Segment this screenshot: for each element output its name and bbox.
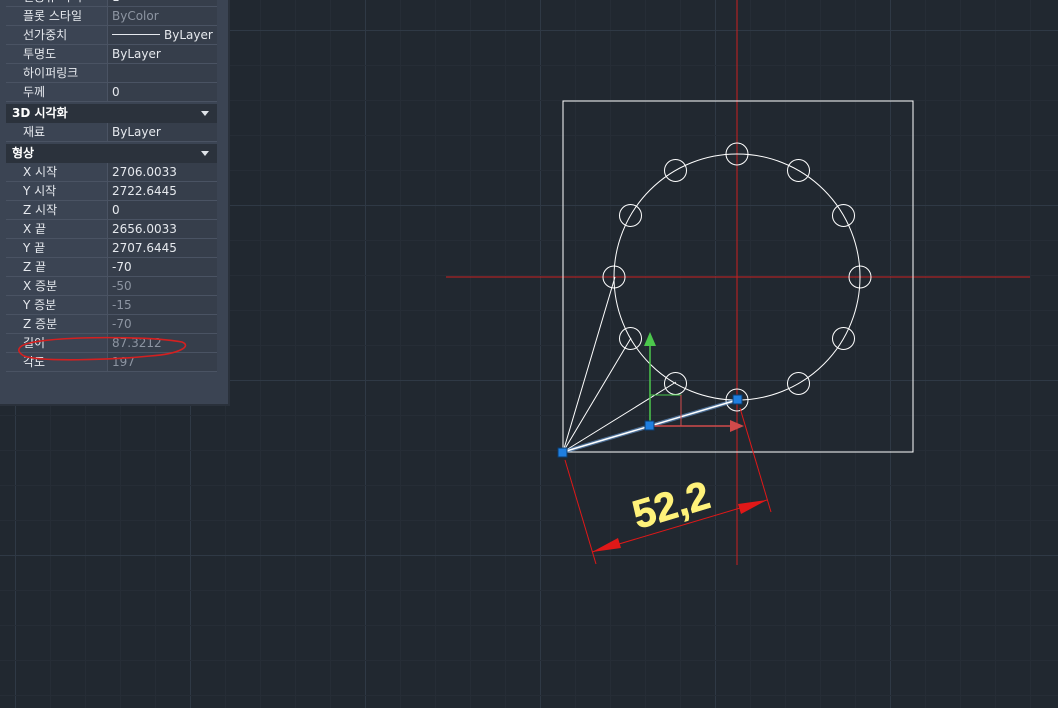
- property-value[interactable]: [108, 64, 217, 82]
- property-label: X 시작: [6, 163, 108, 181]
- property-row[interactable]: Y 증분 -15: [6, 296, 217, 315]
- property-label: 길이: [6, 334, 108, 352]
- lineweight-sample-icon: [112, 34, 160, 35]
- property-value[interactable]: 0: [108, 201, 217, 219]
- ucs-gizmo[interactable]: [644, 332, 744, 432]
- dimension-text[interactable]: 52,2: [627, 473, 715, 538]
- property-label: Z 끝: [6, 258, 108, 276]
- property-label: Y 끝: [6, 239, 108, 257]
- property-value[interactable]: ByColor: [108, 7, 217, 25]
- properties-sections: 전송유 녹역1플롯 스타일ByColor선가중치ByLayer투명도ByLaye…: [6, 0, 217, 372]
- property-label: 재료: [6, 123, 108, 141]
- property-value[interactable]: 2706.0033: [108, 163, 217, 181]
- dimension-arrow-icon: [738, 500, 767, 514]
- property-value[interactable]: ByLayer: [108, 123, 217, 141]
- property-value[interactable]: 197: [108, 353, 217, 371]
- property-row[interactable]: 각도 197: [6, 353, 217, 372]
- section-title: 형상: [12, 146, 35, 160]
- property-label: 각도: [6, 353, 108, 371]
- property-label: 플롯 스타일: [6, 7, 108, 25]
- property-label: Z 시작: [6, 201, 108, 219]
- property-value[interactable]: ByLayer: [108, 45, 217, 63]
- property-label: 하이퍼링크: [6, 64, 108, 82]
- dimension-arrow-icon: [592, 538, 621, 552]
- property-row[interactable]: 재료 ByLayer: [6, 123, 217, 142]
- property-value[interactable]: 0: [108, 83, 217, 101]
- property-label: Z 증분: [6, 315, 108, 333]
- property-label: 두께: [6, 83, 108, 101]
- property-value[interactable]: 1: [108, 0, 217, 6]
- property-row[interactable]: Z 증분 -70: [6, 315, 217, 334]
- property-label: 선가중치: [6, 26, 108, 44]
- property-value[interactable]: 87.3212: [108, 334, 217, 352]
- grip-end[interactable]: [557, 447, 568, 458]
- property-value[interactable]: -15: [108, 296, 217, 314]
- property-row[interactable]: 플롯 스타일 ByColor: [6, 7, 217, 26]
- section-header[interactable]: 3D 시각화: [6, 104, 217, 123]
- property-label: 전송유 녹역: [6, 0, 108, 6]
- property-row[interactable]: X 증분 -50: [6, 277, 217, 296]
- property-row[interactable]: 전송유 녹역1: [6, 0, 217, 7]
- collapse-caret-icon[interactable]: [201, 151, 209, 156]
- property-row[interactable]: Z 끝 -70: [6, 258, 217, 277]
- collapse-caret-icon[interactable]: [201, 111, 209, 116]
- property-row[interactable]: 선가중치 ByLayer: [6, 26, 217, 45]
- grip-start[interactable]: [732, 394, 743, 405]
- property-value-text: ByLayer: [164, 28, 213, 42]
- section-title: 3D 시각화: [12, 106, 68, 120]
- properties-palette[interactable]: 전송유 녹역1플롯 스타일ByColor선가중치ByLayer투명도ByLaye…: [0, 0, 230, 406]
- property-value[interactable]: -70: [108, 315, 217, 333]
- property-row[interactable]: 두께 0: [6, 83, 217, 102]
- property-row[interactable]: 투명도 ByLayer: [6, 45, 217, 64]
- property-row[interactable]: Y 시작 2722.6445: [6, 182, 217, 201]
- property-value[interactable]: 2722.6445: [108, 182, 217, 200]
- property-row[interactable]: 하이퍼링크: [6, 64, 217, 83]
- property-row[interactable]: Z 시작 0: [6, 201, 217, 220]
- property-label: Y 증분: [6, 296, 108, 314]
- property-row[interactable]: Y 끝 2707.6445: [6, 239, 217, 258]
- property-value[interactable]: -50: [108, 277, 217, 295]
- grip-midpoint[interactable]: [644, 420, 655, 431]
- property-row[interactable]: 길이 87.3212: [6, 334, 217, 353]
- property-label: Y 시작: [6, 182, 108, 200]
- construction-line[interactable]: [562, 381, 677, 453]
- property-value[interactable]: 2707.6445: [108, 239, 217, 257]
- property-value[interactable]: 2656.0033: [108, 220, 217, 238]
- property-value[interactable]: -70: [108, 258, 217, 276]
- property-label: X 끝: [6, 220, 108, 238]
- construction-line[interactable]: [562, 276, 616, 453]
- property-label: X 증분: [6, 277, 108, 295]
- property-row[interactable]: X 시작 2706.0033: [6, 163, 217, 182]
- property-label: 투명도: [6, 45, 108, 63]
- section-header[interactable]: 형상: [6, 144, 217, 163]
- property-value[interactable]: ByLayer: [108, 26, 217, 44]
- property-row[interactable]: X 끝 2656.0033: [6, 220, 217, 239]
